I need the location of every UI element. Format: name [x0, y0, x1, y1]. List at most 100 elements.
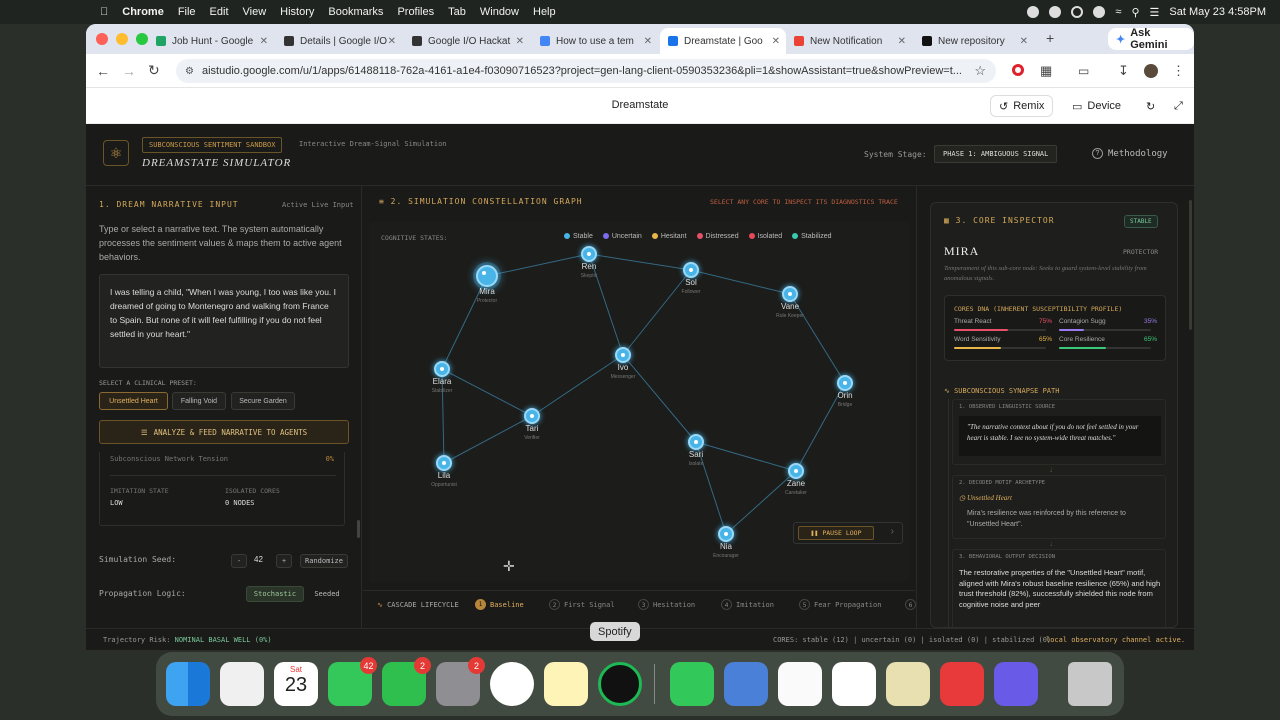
browser-tab[interactable]: Details | Google I/O ✕	[276, 28, 402, 54]
close-tab-icon[interactable]: ✕	[260, 36, 268, 47]
core-node-mira[interactable]	[476, 265, 498, 287]
browser-tab[interactable]: New repository ✕	[914, 28, 1034, 54]
device-button[interactable]: ▭ Device	[1064, 95, 1129, 117]
lifecycle-step[interactable]: 3 Hesitation	[638, 599, 695, 610]
analyze-narrative-button[interactable]: ☰ ANALYZE & FEED NARRATIVE TO AGENTS	[99, 420, 349, 444]
preview-icon[interactable]	[886, 662, 930, 706]
play-icon[interactable]	[1093, 6, 1106, 18]
core-node-sol[interactable]	[683, 262, 699, 278]
gauge-icon[interactable]	[1071, 6, 1084, 18]
forward-icon[interactable]: →	[122, 63, 136, 79]
core-node-vane[interactable]	[782, 286, 798, 302]
core-node-nia[interactable]	[718, 526, 734, 542]
left-scrollbar[interactable]	[357, 520, 360, 538]
new-tab-button[interactable]: +	[1046, 30, 1054, 46]
spotify-icon[interactable]	[598, 662, 642, 706]
ask-gemini-button[interactable]: ✦ Ask Gemini	[1108, 27, 1194, 51]
system-settings-icon[interactable]: 2	[436, 657, 485, 706]
nordvpn-icon[interactable]	[832, 662, 876, 706]
close-tab-icon[interactable]: ✕	[388, 36, 396, 47]
apple-icon[interactable]: 	[100, 6, 108, 18]
close-tab-icon[interactable]: ✕	[644, 36, 652, 47]
core-node-elara[interactable]	[434, 361, 450, 377]
calendar-icon[interactable]: Sat 23	[274, 662, 318, 706]
extension-opera-icon[interactable]	[1012, 64, 1024, 76]
seed-value[interactable]: 42	[254, 555, 263, 564]
core-node-ivo[interactable]	[615, 347, 631, 363]
close-tab-icon[interactable]: ✕	[772, 36, 780, 47]
remix-button[interactable]: ↺ Remix	[990, 95, 1054, 117]
close-tab-icon[interactable]: ✕	[1020, 36, 1028, 47]
download-icon[interactable]: ↧	[1118, 63, 1129, 79]
refresh-preview-button[interactable]: ↻	[1138, 95, 1163, 117]
finder-icon[interactable]	[166, 662, 210, 706]
menu-tab[interactable]: Tab	[448, 6, 466, 18]
browser-tab[interactable]: New Notification ✕	[786, 28, 912, 54]
chrome-icon[interactable]	[490, 662, 534, 706]
minimize-window-button[interactable]	[116, 33, 128, 45]
bookmark-star-icon[interactable]: ☆	[974, 63, 986, 79]
menu-view[interactable]: View	[243, 6, 267, 18]
seed-decrement-button[interactable]: -	[231, 554, 247, 568]
extensions-puzzle-icon[interactable]: ▦	[1040, 63, 1052, 79]
methodology-button[interactable]: ? Methodology	[1092, 148, 1168, 159]
trash-icon[interactable]	[1068, 662, 1112, 706]
search-icon[interactable]: ⚲	[1131, 6, 1139, 19]
browser-tab[interactable]: How to use a tem ✕	[532, 28, 658, 54]
reload-icon[interactable]: ↻	[148, 62, 160, 79]
menu-edit[interactable]: Edit	[210, 6, 229, 18]
textedit-icon[interactable]	[778, 662, 822, 706]
url-bar[interactable]: ⚙ aistudio.google.com/u/1/apps/61488118-…	[176, 59, 996, 83]
record-icon[interactable]	[1027, 6, 1040, 18]
pause-loop-button[interactable]: ❚❚ PAUSE LOOP ›	[793, 522, 903, 544]
core-node-orin[interactable]	[837, 375, 853, 391]
chevron-right-icon[interactable]: ›	[891, 526, 894, 537]
terminal-app-icon[interactable]	[994, 662, 1038, 706]
browser-tab[interactable]: Google I/O Hackat ✕	[404, 28, 530, 54]
core-node-tari[interactable]	[524, 408, 540, 424]
facetime-icon[interactable]: 2	[382, 657, 431, 706]
menu-help[interactable]: Help	[533, 6, 556, 18]
menu-bookmarks[interactable]: Bookmarks	[328, 6, 383, 18]
numbers-icon[interactable]	[670, 662, 714, 706]
menu-window[interactable]: Window	[480, 6, 519, 18]
wifi-icon[interactable]: ≈	[1115, 6, 1121, 18]
creative-cloud-icon[interactable]	[940, 662, 984, 706]
lifecycle-step[interactable]: 2 First Signal	[549, 599, 615, 610]
menu-clock[interactable]: Sat May 23 4:58PM	[1169, 6, 1266, 18]
launchpad-icon[interactable]	[220, 662, 264, 706]
preset-falling-void-button[interactable]: Falling Void	[172, 392, 226, 410]
narrative-textarea[interactable]: I was telling a child, "When I was young…	[99, 274, 349, 368]
close-window-button[interactable]	[96, 33, 108, 45]
close-tab-icon[interactable]: ✕	[516, 36, 524, 47]
messages-icon[interactable]: 42	[328, 657, 377, 706]
pause-loop-inner[interactable]: ❚❚ PAUSE LOOP	[798, 526, 874, 540]
stochastic-option[interactable]: Stochastic	[246, 586, 304, 602]
notes-icon[interactable]	[544, 662, 588, 706]
tab-search-icon[interactable]: ▭	[1078, 64, 1089, 78]
lifecycle-step[interactable]: 4 Imitation	[721, 599, 774, 610]
docker-icon[interactable]	[724, 662, 768, 706]
preset-unsettled-heart-button[interactable]: Unsettled Heart	[99, 392, 168, 410]
control-center-icon[interactable]: ☰	[1150, 6, 1160, 19]
close-tab-icon[interactable]: ✕	[898, 36, 906, 47]
site-info-icon[interactable]: ⚙	[185, 66, 194, 77]
browser-tab[interactable]: Job Hunt - Google ✕	[148, 28, 274, 54]
menu-profiles[interactable]: Profiles	[397, 6, 434, 18]
menu-history[interactable]: History	[280, 6, 314, 18]
menu-app-name[interactable]: Chrome	[122, 6, 164, 18]
core-node-sari[interactable]	[688, 434, 704, 450]
chrome-menu-icon[interactable]: ⋮	[1172, 63, 1185, 79]
core-node-lila[interactable]	[436, 455, 452, 471]
right-scrollbar[interactable]	[1189, 200, 1192, 330]
menu-file[interactable]: File	[178, 6, 196, 18]
lifecycle-step[interactable]: 5 Fear Propagation	[799, 599, 881, 610]
fullscreen-button[interactable]: ⤢	[1166, 95, 1191, 117]
zoom-window-button[interactable]	[136, 33, 148, 45]
lifecycle-step[interactable]: 1 Baseline	[475, 599, 524, 610]
preset-secure-garden-button[interactable]: Secure Garden	[231, 392, 295, 410]
seeded-option[interactable]: Seeded	[306, 586, 348, 602]
status-icon[interactable]	[1049, 6, 1062, 18]
seed-increment-button[interactable]: +	[276, 554, 292, 568]
profile-avatar[interactable]	[1144, 64, 1158, 78]
